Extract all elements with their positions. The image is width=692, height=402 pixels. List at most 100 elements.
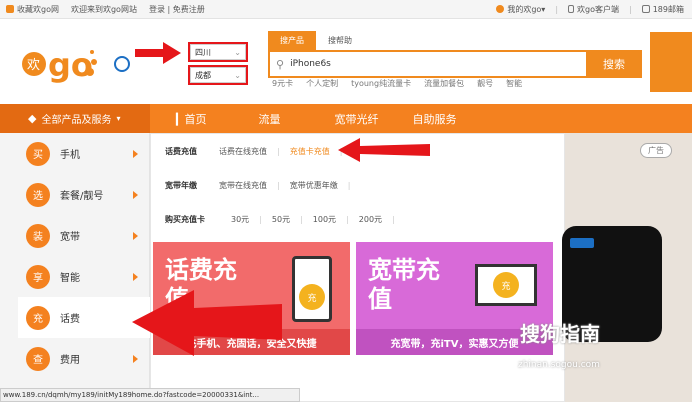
hot-words: 9元卡 个人定制 tyoung纯流量卡 流量加餐包 靓号 智能 [272, 78, 522, 89]
caret-right-icon [133, 272, 138, 281]
sidebar-item-billing[interactable]: 查 费用 [18, 338, 150, 379]
link-online-recharge[interactable]: 话费在线充值 [219, 146, 267, 157]
sidebar-item-smart[interactable]: 享 智能 [18, 256, 150, 297]
annotation-arrow [338, 138, 430, 162]
sidebar-item-label: 宽带 [60, 232, 80, 243]
nav-item-traffic[interactable]: 流量 [258, 111, 280, 127]
hot-word[interactable]: 9元卡 [272, 78, 293, 89]
divider: | [392, 215, 395, 224]
recharge-icon: 充 [26, 305, 50, 330]
user-icon [496, 4, 505, 13]
install-icon: 装 [26, 223, 50, 248]
divider: | [555, 4, 559, 14]
chevron-down-icon: ⌄ [234, 70, 241, 80]
link-card-30[interactable]: 30元 [231, 214, 249, 225]
sogou-watermark: 搜狗指南 [520, 322, 600, 346]
sidebar-item-phone[interactable]: 买 手机 [18, 133, 150, 174]
favorite-link[interactable]: 收藏欢go网 [6, 4, 59, 15]
chevron-down-icon: ▾ [116, 114, 121, 123]
link-broadband-annual[interactable]: 宽带优惠年缴 [290, 180, 338, 191]
promo-title: 宽带充值 [368, 256, 440, 313]
chevron-down-icon: ⌄ [234, 47, 241, 57]
diamond-icon: ◆ [28, 112, 37, 125]
search-button[interactable]: 搜索 [586, 50, 642, 78]
panel-row-broadband-annual: 宽带年缴 宽带在线充值 | 宽带优惠年缴 | [165, 180, 350, 191]
sidebar-item-label: 费用 [60, 355, 80, 366]
status-bar-url: www.189.cn/dqmh/my189/initMy189home.do?f… [0, 388, 300, 402]
caret-right-icon [133, 231, 138, 240]
mail-link[interactable]: 189邮箱 [641, 4, 684, 15]
hot-word[interactable]: tyoung纯流量卡 [351, 78, 411, 89]
coin-icon: 充 [493, 272, 519, 298]
sidebar-item-label: 智能 [60, 273, 80, 284]
mail-icon [641, 4, 650, 13]
my-huango-menu[interactable]: 我的欢go▾ [496, 4, 545, 15]
divider: | [277, 181, 280, 190]
link-broadband-online[interactable]: 宽带在线充值 [219, 180, 267, 191]
coin-icon: 充 [299, 284, 325, 310]
link-card-200[interactable]: 200元 [359, 214, 382, 225]
client-link[interactable]: 欢go客户端 [568, 4, 619, 15]
ad-badge: 广告 [640, 143, 672, 158]
huango-logo-icon: 欢 go [22, 46, 130, 84]
caret-right-icon [133, 190, 138, 199]
svg-text:欢: 欢 [27, 58, 40, 73]
divider: | [259, 215, 262, 224]
divider: | [277, 147, 280, 156]
annotation-arrow [132, 290, 282, 356]
row-title: 话费充值 [165, 147, 197, 156]
hot-word[interactable]: 智能 [506, 78, 522, 89]
tab-search-products[interactable]: 搜产品 [268, 31, 316, 50]
city-value: 成都 [195, 70, 211, 80]
province-value: 四川 [195, 47, 211, 57]
panel-row-phone-recharge: 话费充值 话费在线充值 | 充值卡充值 | [165, 146, 342, 157]
row-title: 宽带年缴 [165, 181, 197, 190]
welcome-text: 欢迎来到欢go网站 [70, 4, 137, 14]
select-icon: 选 [26, 182, 50, 207]
sidebar-item-label: 话费 [60, 314, 80, 325]
main-nav: ◆ 全部产品及服务 ▾ ▎首页 流量 宽带光纤 自助服务 [0, 104, 692, 133]
header-ad-banner[interactable] [650, 32, 692, 92]
nav-item-home[interactable]: ▎首页 [176, 111, 206, 127]
search-input-value: iPhone6s [290, 59, 331, 69]
annotation-arrow [135, 42, 181, 64]
brand-mark-icon [570, 238, 594, 248]
city-select[interactable]: 成都 ⌄ [188, 65, 248, 85]
divider: | [346, 215, 349, 224]
enjoy-icon: 享 [26, 264, 50, 289]
hot-word[interactable]: 靓号 [477, 78, 493, 89]
search-tabs: 搜产品 搜帮助 [268, 31, 364, 50]
sidebar-item-label: 手机 [60, 150, 80, 161]
sidebar-item-plan[interactable]: 选 套餐/靓号 [18, 174, 150, 215]
sidebar-item-broadband[interactable]: 装 宽带 [18, 215, 150, 256]
category-sidebar: 买 手机 选 套餐/靓号 装 宽带 享 智能 充 话费 查 费用 [0, 133, 150, 402]
mobile-icon [568, 4, 575, 13]
search-icon: ⚲ [276, 57, 285, 71]
nav-item-self-service[interactable]: 自助服务 [412, 111, 456, 127]
sogou-watermark-url: zhinan.sogou.com [518, 360, 600, 370]
search-input[interactable]: ⚲ iPhone6s [268, 50, 588, 78]
caret-right-icon [133, 149, 138, 158]
query-icon: 查 [26, 346, 50, 371]
buy-icon: 买 [26, 141, 50, 166]
divider: | [629, 4, 632, 14]
star-icon [6, 4, 14, 13]
link-card-100[interactable]: 100元 [313, 214, 336, 225]
link-card-50[interactable]: 50元 [272, 214, 290, 225]
row-title: 购买充值卡 [165, 215, 205, 224]
site-logo[interactable]: 欢 go [20, 38, 140, 90]
all-categories-button[interactable]: ◆ 全部产品及服务 ▾ [0, 104, 150, 133]
divider: | [300, 215, 303, 224]
all-categories-label: 全部产品及服务 [41, 115, 112, 126]
link-card-recharge[interactable]: 充值卡充值 [290, 146, 330, 157]
sidebar-item-label: 套餐/靓号 [60, 191, 104, 202]
sidebar-item-recharge[interactable]: 充 话费 [18, 297, 150, 338]
login-register-link[interactable]: 登录 | 免费注册 [149, 4, 205, 15]
province-select[interactable]: 四川 ⌄ [188, 42, 248, 62]
hot-word[interactable]: 流量加餐包 [424, 78, 464, 89]
hot-word[interactable]: 个人定制 [306, 78, 338, 89]
top-bar: 收藏欢go网 欢迎来到欢go网站 登录 | 免费注册 我的欢go▾ | 欢go客… [0, 0, 692, 19]
divider: | [347, 181, 351, 190]
nav-item-broadband[interactable]: 宽带光纤 [334, 111, 378, 127]
tab-search-help[interactable]: 搜帮助 [316, 31, 364, 50]
